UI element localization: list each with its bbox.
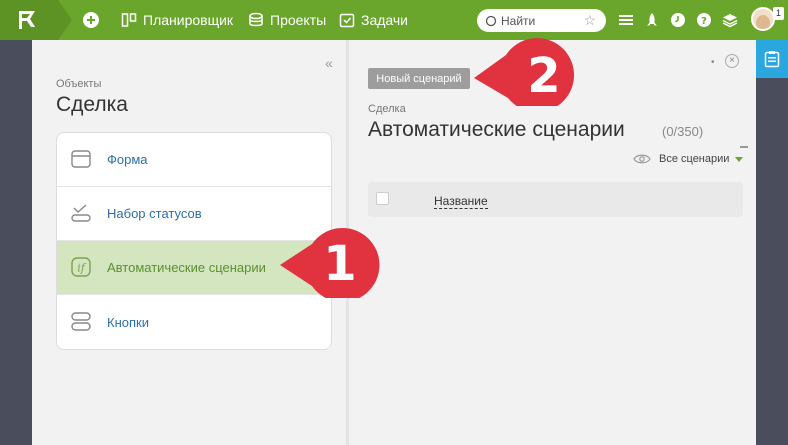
projects-icon <box>249 12 263 27</box>
help-icon[interactable]: ? <box>696 12 712 28</box>
menu-item-form[interactable]: Форма <box>57 133 331 187</box>
nav-projects[interactable]: Проекты <box>248 0 326 40</box>
new-scenario-button[interactable]: Новый сценарий <box>368 68 470 89</box>
breadcrumb: Объекты <box>56 78 102 90</box>
callout-number-1: 1 <box>323 236 357 292</box>
flag-logo-icon <box>19 11 35 29</box>
filter-label: Все сценарии <box>659 153 730 165</box>
clipboard-icon <box>764 51 780 68</box>
menu-item-label: Форма <box>107 152 148 167</box>
rocket-icon[interactable] <box>644 12 660 28</box>
chevron-down-icon <box>735 156 744 162</box>
section-title: Автоматические сценарии <box>368 118 625 141</box>
tasks-icon <box>339 13 355 28</box>
clipboard-button[interactable] <box>756 40 788 78</box>
menu-item-buttons[interactable]: Кнопки <box>57 295 331 349</box>
menu-item-label: Кнопки <box>107 314 149 330</box>
svg-text:if: if <box>77 262 87 275</box>
menu-item-label: Автоматические сценарии <box>107 260 266 275</box>
svg-text:?: ? <box>701 16 707 27</box>
callout-number-2: 2 <box>527 48 561 104</box>
function-icon: if <box>71 257 91 277</box>
nav-tasks-label: Задачи <box>361 12 409 28</box>
column-name-header[interactable]: Название <box>434 195 488 209</box>
pin-icon[interactable]: • <box>711 57 715 68</box>
breadcrumb: Сделка <box>368 103 406 115</box>
nav-projects-label: Проекты <box>270 12 327 28</box>
clock-icon[interactable] <box>670 12 686 28</box>
search-input[interactable] <box>501 13 571 28</box>
left-sidebar-strip <box>0 40 32 445</box>
statuses-icon <box>71 204 91 222</box>
star-icon[interactable]: ☆ <box>583 12 596 29</box>
page-title: Сделка <box>56 93 128 116</box>
eye-icon <box>633 154 651 164</box>
select-all-checkbox[interactable] <box>376 192 389 205</box>
menu-icon[interactable] <box>618 12 634 28</box>
nav-tasks[interactable]: Задачи <box>339 0 408 40</box>
close-icon[interactable]: × <box>725 54 739 68</box>
scenario-count: (0/350) <box>662 124 704 139</box>
scenario-filter[interactable]: Все сценарии <box>633 151 744 167</box>
menu-item-label: Набор статусов <box>107 206 202 221</box>
table-header <box>368 182 743 217</box>
add-icon[interactable] <box>83 12 99 28</box>
logo[interactable] <box>0 0 58 40</box>
avatar[interactable] <box>751 7 775 31</box>
buttons-icon <box>71 312 91 331</box>
layers-icon[interactable] <box>722 12 738 28</box>
right-sidebar-strip <box>756 40 788 445</box>
nav-planner-label: Планировщик <box>143 12 234 28</box>
top-navbar: Планировщик Проекты Задачи ☆ ? <box>0 0 788 40</box>
collapse-icon[interactable]: « <box>325 55 333 71</box>
planner-icon <box>121 13 137 27</box>
search-box[interactable]: ☆ <box>477 9 606 32</box>
minimize-icon[interactable] <box>740 146 748 148</box>
notification-badge: 1 <box>773 7 784 20</box>
logo-arrow <box>58 0 72 40</box>
nav-planner[interactable]: Планировщик <box>121 0 233 40</box>
search-icon <box>485 15 497 26</box>
form-icon <box>71 150 91 168</box>
